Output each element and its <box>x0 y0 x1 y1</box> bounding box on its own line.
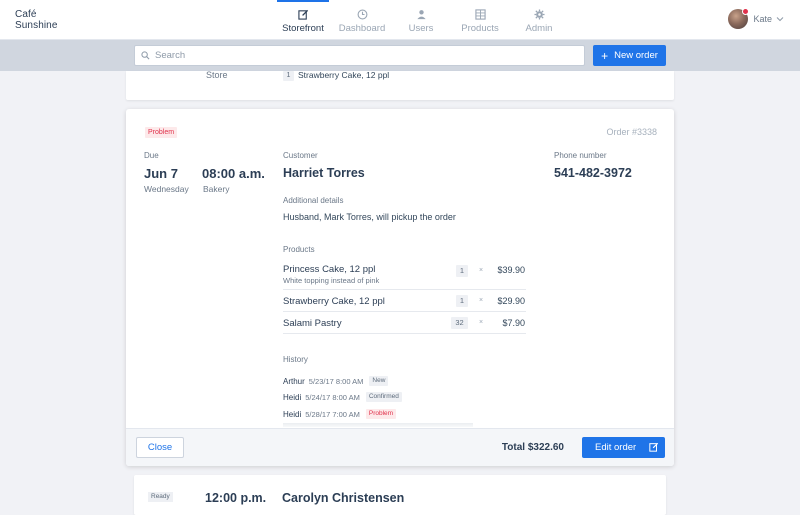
nav-admin[interactable]: Admin <box>513 0 565 40</box>
edit-icon <box>297 9 308 20</box>
nav-storefront[interactable]: Storefront <box>277 0 329 40</box>
brand-line-1: Café <box>15 9 37 20</box>
nav-users-label: Users <box>408 23 434 34</box>
product-note: White topping instead of pink <box>283 276 380 285</box>
close-button[interactable]: Close <box>136 437 184 458</box>
history-item: Heidi 5/24/17 8:00 AM Confirmed <box>283 391 402 403</box>
user-name: Kate <box>753 14 772 24</box>
product-row[interactable]: Salami Pastry 32 × $7.90 <box>283 312 526 334</box>
due-label: Due <box>144 151 159 160</box>
order-total: Total $322.60 <box>501 442 564 453</box>
order-number: Order #3338 <box>606 127 657 137</box>
top-navigation: Café Sunshine Storefront Dashboard Users <box>0 0 800 40</box>
customer-label: Customer <box>283 151 318 160</box>
status-badge: Problem <box>145 127 178 138</box>
multiply-icon: × <box>479 297 484 304</box>
product-price: $7.90 <box>502 318 525 328</box>
additional-details: Husband, Mark Torres, will pickup the or… <box>283 212 456 222</box>
history-status-badge: Problem <box>365 409 397 419</box>
edit-icon <box>649 442 659 452</box>
phone-label: Phone number <box>554 151 607 160</box>
history-user: Heidi <box>283 409 302 419</box>
grid-icon <box>474 9 486 20</box>
nav-dashboard[interactable]: Dashboard <box>336 0 388 40</box>
chevron-down-icon <box>776 17 784 22</box>
avatar <box>728 8 750 29</box>
edit-order-label: Edit order <box>595 442 637 453</box>
history-label: History <box>283 355 308 364</box>
search-input[interactable] <box>155 50 575 61</box>
product-qty: 32 <box>451 317 468 329</box>
next-order-customer: Carolyn Christensen <box>282 491 405 505</box>
next-order-time: 12:00 p.m. <box>205 491 267 505</box>
due-type: Bakery <box>203 184 230 194</box>
nav-storefront-label: Storefront <box>282 23 324 34</box>
search-toolbar: + New order <box>0 40 800 71</box>
due-day: Wednesday <box>144 184 189 194</box>
history-item: Arthur 5/23/17 8:00 AM New <box>283 375 389 387</box>
phone-number[interactable]: 541-482-3972 <box>554 166 632 180</box>
clock-icon <box>357 9 367 20</box>
due-time: 08:00 a.m. <box>202 166 265 181</box>
multiply-icon: × <box>479 319 484 326</box>
product-name: Princess Cake, 12 ppl <box>283 264 376 275</box>
nav-admin-label: Admin <box>525 23 553 34</box>
notification-dot <box>742 8 750 15</box>
user-menu[interactable]: Kate <box>728 8 784 29</box>
edit-order-button[interactable]: Edit order <box>582 437 665 458</box>
brand-logo[interactable]: Café Sunshine <box>15 9 58 31</box>
search-icon <box>141 51 150 60</box>
brand-line-2: Sunshine <box>15 20 58 31</box>
nav-products-label: Products <box>461 23 499 34</box>
customer-name: Harriet Torres <box>283 166 365 180</box>
new-order-label: New order <box>614 50 658 61</box>
history-user: Arthur <box>283 376 305 386</box>
product-price: $39.90 <box>497 265 525 275</box>
history-time: 5/23/17 8:00 AM <box>308 376 364 386</box>
history-user: Heidi <box>283 392 302 402</box>
details-label: Additional details <box>283 196 344 205</box>
plus-icon: + <box>601 48 609 63</box>
products-label: Products <box>283 245 315 254</box>
product-row[interactable]: Strawberry Cake, 12 ppl 1 × $29.90 <box>283 290 526 312</box>
previous-order-card[interactable]: Store 1 Strawberry Cake, 12 ppl <box>126 70 674 100</box>
product-price: $29.90 <box>497 296 525 306</box>
product-qty: 1 <box>456 295 468 307</box>
previous-order-qty: 1 <box>283 71 294 81</box>
history-time: 5/28/17 7:00 AM <box>305 409 360 419</box>
main-nav: Storefront Dashboard Users Products Admi… <box>277 0 572 40</box>
previous-order-product: Strawberry Cake, 12 ppl <box>298 70 390 80</box>
gear-icon <box>533 9 545 20</box>
multiply-icon: × <box>479 267 484 274</box>
order-card: Problem Order #3338 Due Jun 7 08:00 a.m.… <box>126 109 674 466</box>
nav-dashboard-label: Dashboard <box>338 23 386 34</box>
search-box[interactable] <box>134 45 585 66</box>
history-item: Heidi 5/28/17 7:00 AM Problem <box>283 408 397 420</box>
product-list: Princess Cake, 12 ppl White topping inst… <box>283 258 526 334</box>
history-time: 5/24/17 8:00 AM <box>305 392 360 402</box>
due-date: Jun 7 <box>144 166 178 181</box>
previous-order-type: Store <box>206 70 228 80</box>
product-name: Strawberry Cake, 12 ppl <box>283 296 385 307</box>
product-qty: 1 <box>456 265 468 277</box>
product-row[interactable]: Princess Cake, 12 ppl White topping inst… <box>283 258 526 290</box>
nav-users[interactable]: Users <box>395 0 447 40</box>
order-card-footer: Close Total $322.60 Edit order <box>126 428 674 466</box>
history-status-badge: Confirmed <box>365 392 402 402</box>
next-order-card[interactable]: Ready 12:00 p.m. Carolyn Christensen <box>134 475 666 515</box>
product-name: Salami Pastry <box>283 318 342 329</box>
next-order-status: Ready <box>148 492 173 502</box>
nav-products[interactable]: Products <box>454 0 506 40</box>
user-icon <box>416 10 426 20</box>
new-order-button[interactable]: + New order <box>593 45 666 66</box>
history-status-badge: New <box>369 376 389 386</box>
